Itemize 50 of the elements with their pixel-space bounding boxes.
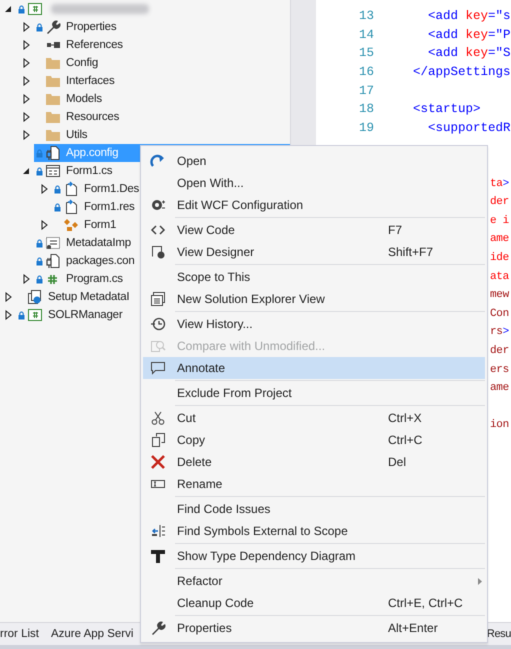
shortcut: Shift+F7 [388,245,434,259]
line-number: 15 [358,46,374,60]
item-label: Form1 [84,219,116,231]
code-line: <add key="P [428,28,511,42]
shortcut: F7 [388,223,404,237]
item-label: Setup MetadataI [48,291,130,303]
code-line: <add key="S [428,46,511,60]
code-line: ame [490,382,509,394]
code-line: Con [490,308,509,320]
item-label: Models [66,93,102,105]
item-label: Form1.res [84,201,135,213]
code-line: e i [490,214,509,227]
item-label: Utils [66,129,88,141]
code-line: <add key="s [428,9,511,24]
code-line: <supportedR [428,120,511,135]
shortcut: Ctrl+X [388,411,423,425]
shortcut: Del [388,455,408,469]
shortcut: Ctrl+C [388,433,424,447]
line-number: 19 [358,120,374,135]
item-label: Properties [66,21,116,33]
item-label: Interfaces [66,75,114,87]
code-line: </appSettings [413,65,511,80]
code-line: rs> [490,326,509,338]
code-line: ta> [490,178,509,190]
line-number: 17 [358,84,374,98]
item-label: Program.cs [66,273,123,285]
item-label: References [66,39,123,51]
item-label: MetadataImp [66,237,131,249]
code-line: der [490,196,509,208]
item-label: Resources [66,111,120,123]
code-line: ata [490,270,509,283]
code-line: mew [490,289,509,302]
line-number: 13 [358,9,374,24]
code-line: <startup> [413,102,481,116]
line-number: 18 [358,102,374,116]
shortcut: Alt+Enter [388,621,439,635]
item-label: SOLRManager [48,309,123,321]
code-line: ers [490,364,509,376]
line-number: 16 [358,65,374,80]
shortcut: Ctrl+E, Ctrl+C [388,596,464,610]
code-line: ame [490,233,509,246]
item-label: App.config [66,147,118,159]
code-line: ide [490,252,509,264]
code-line: ion [490,419,509,432]
item-label: Form1.cs [66,165,112,177]
item-label: packages.con [66,255,135,267]
item-label: Config [66,57,98,69]
line-number: 14 [358,28,374,42]
code-line: der [490,344,509,357]
item-label: Form1.Des [84,183,140,195]
